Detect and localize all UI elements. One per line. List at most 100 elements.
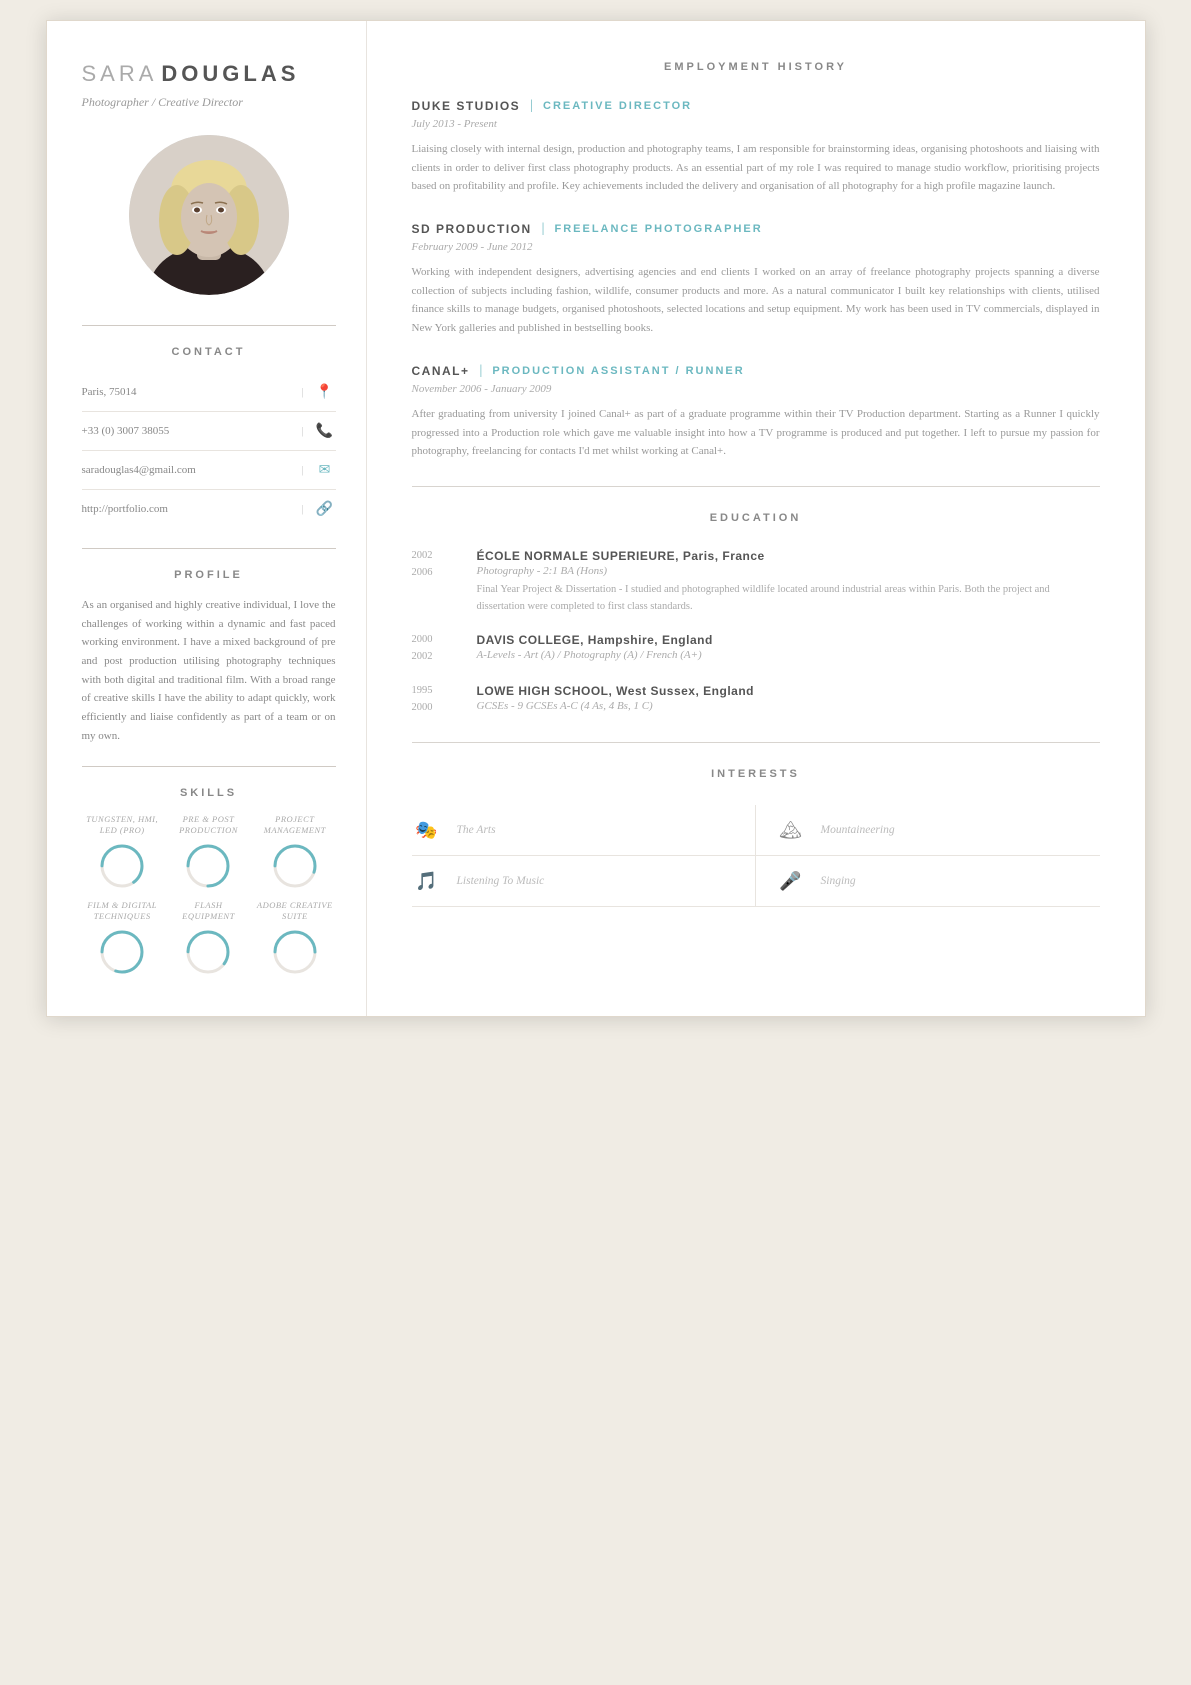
jobs-list: DUKE STUDIOS | CREATIVE DIRECTOR July 20…: [412, 98, 1100, 461]
last-name: DOUGLAS: [161, 61, 299, 86]
job-block: DUKE STUDIOS | CREATIVE DIRECTOR July 20…: [412, 98, 1100, 196]
job-header: DUKE STUDIOS | CREATIVE DIRECTOR: [412, 98, 1100, 114]
employment-section-title: EMPLOYMENT HISTORY: [412, 61, 1100, 73]
edu-year-end: 2006: [412, 566, 457, 581]
interest-label: The Arts: [457, 824, 496, 836]
divider-skills: [82, 766, 336, 767]
job-title: CREATIVE DIRECTOR: [543, 100, 692, 112]
subtitle: Photographer / Creative Director: [82, 95, 336, 110]
interest-item: 🏔 Mountaineering: [756, 805, 1100, 856]
job-block: CANAL+ | PRODUCTION ASSISTANT / RUNNER N…: [412, 363, 1100, 461]
edu-institution: ÉCOLE NORMALE SUPERIEURE, Paris, France: [477, 549, 1100, 563]
edu-content: LOWE HIGH SCHOOL, West Sussex, England G…: [477, 684, 1100, 717]
contact-separator: |: [301, 425, 303, 437]
skill-label: FLASH EQUIPMENT: [168, 900, 249, 922]
skill-circle: [271, 928, 319, 976]
skill-label: PROJECT MANAGEMENT: [254, 814, 335, 836]
skill-item: TUNGSTEN, HMI, LED (PRO): [82, 814, 163, 890]
job-dates: February 2009 - June 2012: [412, 241, 1100, 253]
contact-item: +33 (0) 3007 38055 | 📞: [82, 412, 336, 451]
edu-institution: LOWE HIGH SCHOOL, West Sussex, England: [477, 684, 1100, 698]
resume-wrapper: SARA DOUGLAS Photographer / Creative Dir…: [46, 20, 1146, 1017]
divider-education: [412, 486, 1100, 487]
contact-separator: |: [301, 503, 303, 515]
edu-degree: A-Levels - Art (A) / Photography (A) / F…: [477, 649, 1100, 661]
job-company: DUKE STUDIOS: [412, 99, 521, 113]
job-header: CANAL+ | PRODUCTION ASSISTANT / RUNNER: [412, 363, 1100, 379]
contact-item: http://portfolio.com | 🔗: [82, 490, 336, 528]
job-dates: November 2006 - January 2009: [412, 383, 1100, 395]
job-title: PRODUCTION ASSISTANT / RUNNER: [492, 365, 744, 377]
skill-circle: [98, 842, 146, 890]
skill-label: FILM & DIGITAL TECHNIQUES: [82, 900, 163, 922]
contact-icon: 🔗: [314, 498, 336, 520]
job-separator: |: [542, 221, 545, 237]
contact-icon: 📍: [314, 381, 336, 403]
job-description: Liaising closely with internal design, p…: [412, 140, 1100, 196]
job-separator: |: [530, 98, 533, 114]
interest-item: 🎤 Singing: [756, 856, 1100, 907]
edu-description: Final Year Project & Dissertation - I st…: [477, 582, 1100, 616]
edu-year-start: 2000: [412, 633, 457, 648]
contact-separator: |: [301, 386, 303, 398]
job-description: After graduating from university I joine…: [412, 405, 1100, 461]
edu-year-end: 2000: [412, 701, 457, 716]
edu-content: ÉCOLE NORMALE SUPERIEURE, Paris, France …: [477, 549, 1100, 616]
contact-separator: |: [301, 464, 303, 476]
skills-section-title: SKILLS: [82, 787, 336, 799]
job-description: Working with independent designers, adve…: [412, 263, 1100, 338]
divider-profile: [82, 548, 336, 549]
edu-years: 1995 2000: [412, 684, 457, 715]
education-item: 2002 2006 ÉCOLE NORMALE SUPERIEURE, Pari…: [412, 549, 1100, 616]
skill-item: PROJECT MANAGEMENT: [254, 814, 335, 890]
job-company: CANAL+: [412, 364, 470, 378]
education-item: 1995 2000 LOWE HIGH SCHOOL, West Sussex,…: [412, 684, 1100, 717]
job-dates: July 2013 - Present: [412, 118, 1100, 130]
interest-label: Mountaineering: [821, 824, 895, 836]
interests-grid: 🎭 The Arts 🏔 Mountaineering 🎵 Listening …: [412, 805, 1100, 907]
interest-item: 🎭 The Arts: [412, 805, 756, 856]
contact-icon: 📞: [314, 420, 336, 442]
contact-list: Paris, 75014 | 📍 +33 (0) 3007 38055 | 📞 …: [82, 373, 336, 528]
interest-label: Listening To Music: [457, 875, 545, 887]
edu-year-end: 2002: [412, 650, 457, 665]
skill-circle: [98, 928, 146, 976]
edu-degree: GCSEs - 9 GCSEs A-C (4 As, 4 Bs, 1 C): [477, 700, 1100, 712]
contact-item: Paris, 75014 | 📍: [82, 373, 336, 412]
education-section-title: EDUCATION: [412, 512, 1100, 524]
skill-item: ADOBE CREATIVE SUITE: [254, 900, 335, 976]
profile-photo: [129, 135, 289, 295]
skill-label: ADOBE CREATIVE SUITE: [254, 900, 335, 922]
profile-text: As an organised and highly creative indi…: [82, 596, 336, 746]
interest-icon: 🎵: [412, 866, 442, 896]
profile-section-title: PROFILE: [82, 569, 336, 581]
job-header: SD PRODUCTION | FREELANCE PHOTOGRAPHER: [412, 221, 1100, 237]
left-column: SARA DOUGLAS Photographer / Creative Dir…: [47, 21, 367, 1016]
contact-text: saradouglas4@gmail.com: [82, 464, 292, 476]
skill-label: PRE & POST PRODUCTION: [168, 814, 249, 836]
edu-year-start: 2002: [412, 549, 457, 564]
divider-contact: [82, 325, 336, 326]
education-list: 2002 2006 ÉCOLE NORMALE SUPERIEURE, Pari…: [412, 549, 1100, 718]
interest-icon: 🎭: [412, 815, 442, 845]
skill-circle: [271, 842, 319, 890]
contact-text: +33 (0) 3007 38055: [82, 425, 292, 437]
interest-icon: 🏔: [776, 815, 806, 845]
edu-content: DAVIS COLLEGE, Hampshire, England A-Leve…: [477, 633, 1100, 666]
contact-item: saradouglas4@gmail.com | ✉: [82, 451, 336, 490]
skill-item: PRE & POST PRODUCTION: [168, 814, 249, 890]
first-name: SARA: [82, 61, 158, 86]
edu-degree: Photography - 2:1 BA (Hons): [477, 565, 1100, 577]
photo-svg: [129, 135, 289, 295]
skills-grid: TUNGSTEN, HMI, LED (PRO) PRE & POST PROD…: [82, 814, 336, 976]
interest-icon: 🎤: [776, 866, 806, 896]
photo-container: [82, 135, 336, 295]
name-block: SARA DOUGLAS: [82, 61, 336, 87]
skill-circle: [184, 842, 232, 890]
interest-label: Singing: [821, 875, 856, 887]
contact-section-title: CONTACT: [82, 346, 336, 358]
job-title: FREELANCE PHOTOGRAPHER: [554, 223, 762, 235]
divider-interests: [412, 742, 1100, 743]
interests-section-title: INTERESTS: [412, 768, 1100, 780]
job-separator: |: [480, 363, 483, 379]
